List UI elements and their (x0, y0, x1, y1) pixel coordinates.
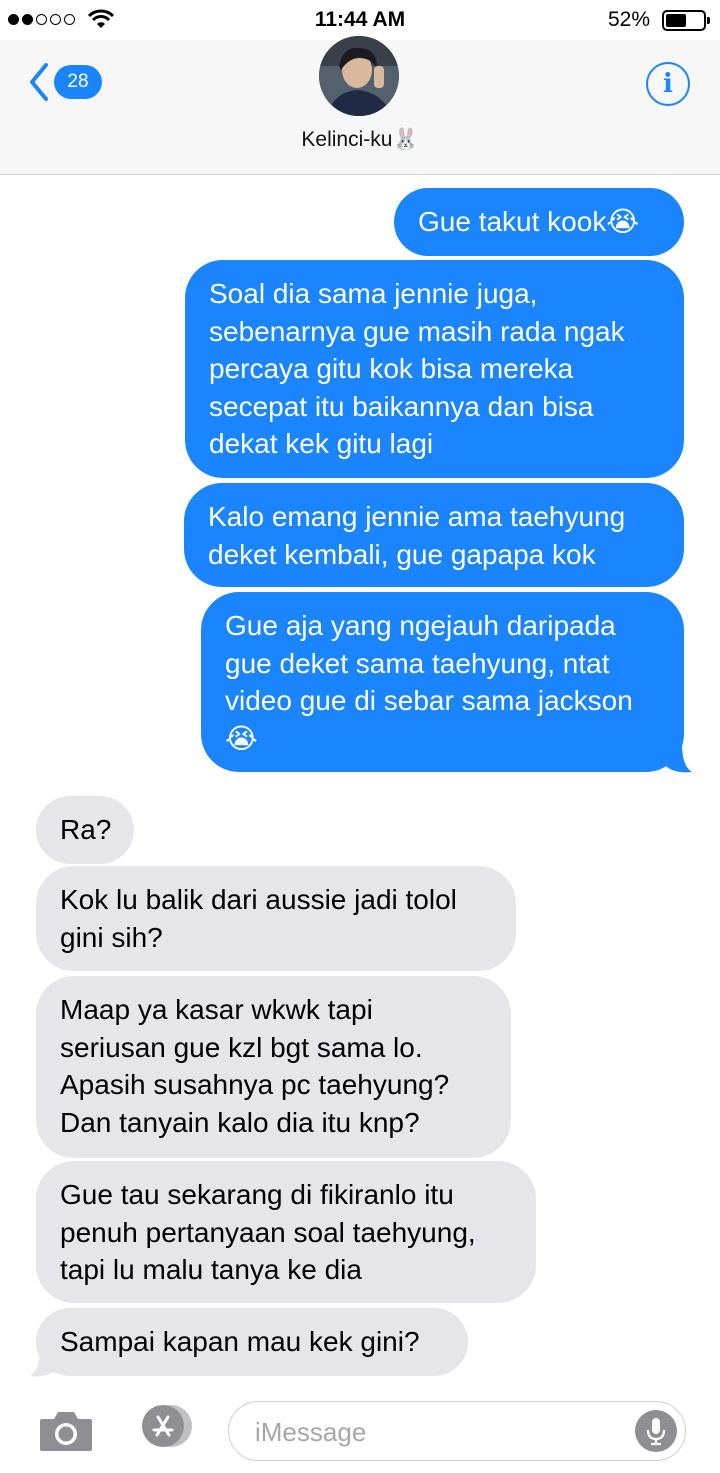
microphone-icon (646, 1418, 666, 1446)
chevron-left-icon (30, 63, 48, 101)
status-bar: 11:44 AM 52% (0, 0, 720, 40)
message-received[interactable]: Maap ya kasar wkwk tapi seriusan gue kzl… (36, 976, 511, 1158)
message-sent[interactable]: Gue aja yang ngejauh daripada gue deket … (201, 592, 684, 772)
conversation-header: 28 Kelinci-ku🐰 i (0, 36, 720, 175)
message-input-bar: iMessage (0, 1390, 720, 1473)
received-bubble-tail (30, 1348, 58, 1377)
contact-name[interactable]: Kelinci-ku🐰 (0, 128, 720, 152)
message-received[interactable]: Sampai kapan mau kek gini? (36, 1308, 468, 1376)
message-sent[interactable]: Soal dia sama jennie juga, sebenarnya gu… (185, 260, 684, 478)
info-button[interactable]: i (646, 62, 690, 106)
message-input-placeholder: iMessage (255, 1417, 367, 1447)
camera-icon[interactable] (38, 1409, 94, 1453)
message-received[interactable]: Ra? (36, 796, 134, 864)
message-input[interactable]: iMessage (228, 1401, 686, 1461)
message-sent[interactable]: Kalo emang jennie ama taehyung deket kem… (184, 483, 684, 587)
message-sent[interactable]: Gue takut kook😭 (394, 188, 684, 256)
battery-icon (662, 10, 710, 31)
battery-percent: 52% (607, 8, 650, 31)
message-received[interactable]: Gue tau sekarang di fikiranlo itu penuh … (36, 1161, 536, 1303)
back-button[interactable]: 28 (28, 62, 102, 102)
app-store-icon[interactable] (131, 1404, 195, 1448)
message-received[interactable]: Kok lu balik dari aussie jadi tolol gini… (36, 866, 516, 971)
microphone-button[interactable] (635, 1410, 677, 1452)
info-icon: i (663, 69, 673, 99)
contact-avatar[interactable] (319, 36, 399, 116)
sent-bubble-tail (664, 744, 692, 773)
unread-count-badge: 28 (54, 65, 102, 99)
